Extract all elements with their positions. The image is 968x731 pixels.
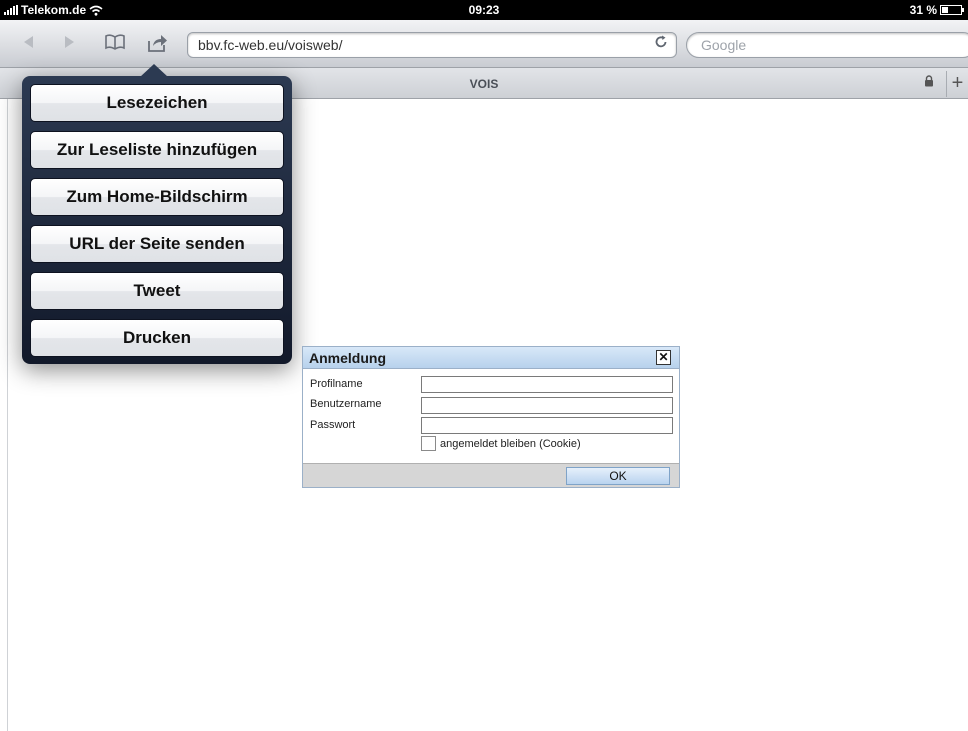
search-field[interactable]: Google (686, 32, 968, 58)
profile-name-input[interactable] (421, 376, 673, 393)
username-input[interactable] (421, 397, 673, 414)
profile-name-label: Profilname (310, 378, 363, 390)
username-label: Benutzername (310, 398, 382, 410)
login-dialog: Anmeldung ✕ Profilname Benutzername Pass… (302, 346, 680, 488)
print-button[interactable]: Drucken (30, 319, 284, 357)
clock: 09:23 (468, 3, 500, 17)
reload-icon[interactable] (654, 35, 668, 54)
book-icon[interactable] (104, 33, 126, 55)
add-reading-list-button[interactable]: Zur Leseliste hinzufügen (30, 131, 284, 169)
plus-icon[interactable]: + (946, 71, 968, 97)
dialog-footer: OK (303, 463, 679, 487)
battery-percent: 31 % (909, 3, 937, 17)
bookmark-button[interactable]: Lesezeichen (30, 84, 284, 122)
send-url-button[interactable]: URL der Seite senden (30, 225, 284, 263)
battery-icon (940, 5, 964, 15)
url-text: bbv.fc-web.eu/voisweb/ (198, 37, 343, 53)
share-popover: Lesezeichen Zur Leseliste hinzufügen Zum… (22, 64, 292, 364)
password-input[interactable] (421, 417, 673, 434)
lock-icon (924, 75, 934, 90)
ok-button[interactable]: OK (566, 467, 670, 485)
password-label: Passwort (310, 419, 356, 431)
dialog-header: Anmeldung ✕ (303, 347, 679, 369)
status-right: 31 % (909, 3, 964, 17)
add-home-screen-button[interactable]: Zum Home-Bildschirm (30, 178, 284, 216)
forward-arrow-icon[interactable] (58, 33, 80, 55)
status-bar: Telekom.de 09:23 31 % (0, 0, 968, 20)
dialog-title: Anmeldung (309, 350, 386, 366)
tweet-button[interactable]: Tweet (30, 272, 284, 310)
browser-toolbar: bbv.fc-web.eu/voisweb/ Google (0, 20, 968, 68)
search-placeholder: Google (701, 37, 747, 53)
remember-label: angemeldet bleiben (Cookie) (440, 438, 581, 450)
back-arrow-icon[interactable] (18, 33, 40, 55)
popover-arrow (140, 64, 168, 77)
close-icon[interactable]: ✕ (656, 350, 671, 365)
url-field[interactable]: bbv.fc-web.eu/voisweb/ (187, 32, 677, 58)
page-edge (0, 99, 8, 731)
remember-checkbox[interactable] (421, 436, 436, 451)
share-icon[interactable] (146, 33, 168, 55)
